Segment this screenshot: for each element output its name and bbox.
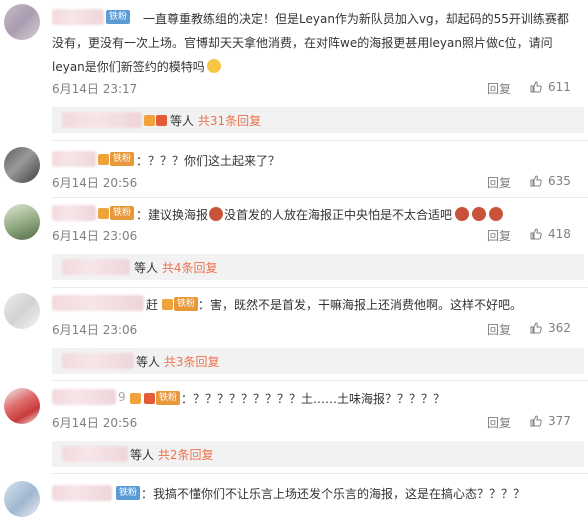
comment-time: 6月14日 23:17 [52, 82, 138, 96]
like-button[interactable]: 362 [530, 321, 571, 335]
reply-button[interactable]: 回复 [487, 321, 511, 338]
like-count: 377 [548, 414, 571, 428]
like-count: 418 [548, 227, 571, 241]
comment-text: ：建议换海报 没首发的人放在海报正中央怕是不太合适吧 [136, 206, 504, 223]
sub-replies[interactable]: 等人 共2条回复 [52, 441, 584, 467]
avatar[interactable] [4, 293, 40, 329]
poster-emoji-icon [489, 207, 504, 221]
comment-text: ：害，既然不是首发，干嘛海报上还消费他啊。这样不好吧。 [198, 298, 523, 312]
sub-replies[interactable]: 等人 共3条回复 [52, 348, 584, 374]
fan-icon [162, 299, 173, 310]
reply-usernames [62, 353, 134, 369]
like-count: 611 [548, 80, 571, 94]
comment-text: ：？？？？？？？？？土……土味海报？？？？？ [181, 392, 446, 406]
username[interactable] [52, 205, 96, 221]
sub-reply-suffix: 等人 [130, 448, 155, 462]
poster-emoji-icon [455, 207, 470, 221]
fan-icon [156, 115, 167, 126]
fan-badge: 铁粉 [106, 10, 131, 24]
reply-button[interactable]: 回复 [487, 414, 511, 431]
comment-time: 6月14日 23:06 [52, 323, 138, 337]
fan-icon [144, 393, 155, 404]
thumbs-up-icon [530, 322, 542, 334]
thumbs-up-icon [530, 228, 542, 240]
fan-badge: 铁粉 [110, 206, 135, 220]
poster-emoji-icon [209, 207, 224, 221]
avatar[interactable] [4, 204, 40, 240]
comment-text: ：我搞不懂你们不让乐言上场还发个乐言的海报，这是在搞心态？？？？ [141, 487, 526, 501]
fan-badge: 铁粉 [174, 297, 199, 311]
fan-badge: 铁粉 [116, 486, 141, 500]
username[interactable] [52, 389, 116, 405]
fan-icon [98, 208, 109, 219]
like-button[interactable]: 611 [530, 80, 571, 94]
sub-replies[interactable]: 等人 共4条回复 [52, 254, 584, 280]
like-button[interactable]: 377 [530, 414, 571, 428]
grin-emoji-icon [206, 59, 221, 73]
avatar[interactable] [4, 147, 40, 183]
poster-emoji-icon [472, 207, 487, 221]
like-button[interactable]: 635 [530, 174, 571, 188]
comment-text: 没有，更没有一次上场。官博却天天拿他消费，在对阵we的海报更甚用leyan照片做… [52, 36, 553, 50]
more-replies-link[interactable]: 共4条回复 [162, 261, 218, 275]
username[interactable] [52, 295, 144, 311]
fan-badge: 铁粉 [110, 152, 135, 166]
reply-usernames [62, 259, 130, 275]
like-count: 635 [548, 174, 571, 188]
divider [52, 140, 588, 141]
divider [52, 287, 588, 288]
sub-reply-suffix: 等人 [136, 355, 161, 369]
reply-button[interactable]: 回复 [487, 174, 511, 191]
reply-usernames [62, 446, 128, 462]
divider [52, 380, 588, 381]
divider [52, 473, 588, 474]
more-replies-link[interactable]: 共31条回复 [198, 114, 261, 128]
sub-replies[interactable]: 等人 共31条回复 [52, 107, 584, 133]
more-replies-link[interactable]: 共2条回复 [158, 448, 214, 462]
verified-icon [130, 393, 141, 404]
fan-badge: 铁粉 [156, 391, 181, 405]
username[interactable] [52, 151, 96, 167]
thumbs-up-icon [530, 175, 542, 187]
fan-icon [144, 115, 155, 126]
comment-text: ：？？？你们这土起来了？ [136, 154, 281, 168]
username[interactable] [52, 485, 112, 501]
more-replies-link[interactable]: 共3条回复 [164, 355, 220, 369]
reply-usernames [62, 112, 142, 128]
username-tail: 赶 [146, 298, 159, 312]
avatar[interactable] [4, 388, 40, 424]
comment-time: 6月14日 20:56 [52, 416, 138, 430]
divider [52, 197, 588, 198]
username[interactable] [52, 9, 104, 25]
comment-time: 6月14日 23:06 [52, 229, 138, 243]
avatar[interactable] [4, 481, 40, 517]
like-button[interactable]: 418 [530, 227, 571, 241]
comment-text: leyan是你们新签约的模特吗 [52, 58, 221, 75]
fan-icon [98, 154, 109, 165]
thumbs-up-icon [530, 415, 542, 427]
sub-reply-suffix: 等人 [170, 114, 195, 128]
username-tail: 9 [118, 390, 126, 404]
comment-time: 6月14日 20:56 [52, 176, 138, 190]
avatar[interactable] [4, 4, 40, 40]
reply-button[interactable]: 回复 [487, 80, 511, 97]
comment-text: 一直尊重教练组的决定！但是Leyan作为新队员加入vg，却起码的55开训练赛都 [143, 12, 569, 26]
like-count: 362 [548, 321, 571, 335]
reply-button[interactable]: 回复 [487, 227, 511, 244]
sub-reply-suffix: 等人 [134, 261, 159, 275]
thumbs-up-icon [530, 81, 542, 93]
